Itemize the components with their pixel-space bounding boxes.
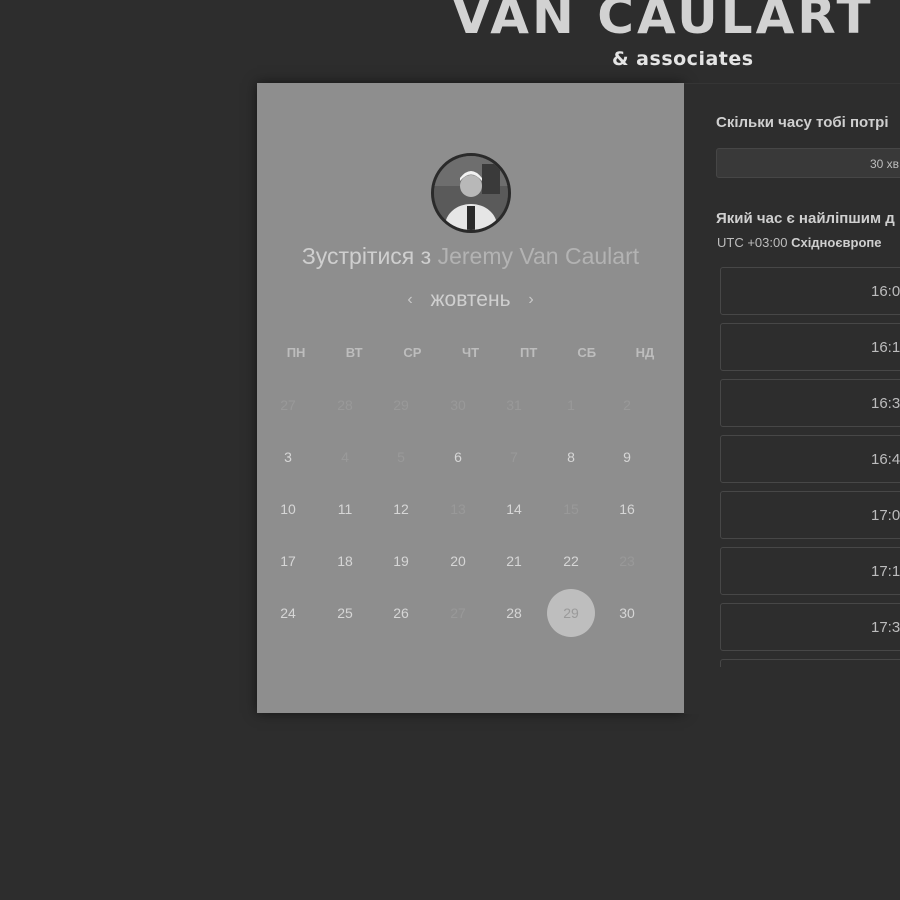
chevron-right-icon[interactable]: ›	[516, 291, 545, 309]
calendar-day: 13	[450, 501, 466, 517]
meet-title: Зустрітися з Jeremy Van Caulart	[257, 243, 684, 270]
time-slot-label: 17:00	[871, 507, 900, 524]
host-name: Jeremy Van Caulart	[437, 243, 640, 269]
host-photo	[434, 156, 508, 230]
time-slot-label: 16:45	[871, 451, 900, 468]
time-slot-label: 16:00	[871, 283, 900, 300]
time-slot[interactable]: 16:45	[720, 435, 900, 483]
calendar-day[interactable]: 12	[377, 485, 425, 533]
calendar-day[interactable]: 30	[603, 589, 651, 637]
time-slot[interactable]: 16:30	[720, 379, 900, 427]
calendar-day-selected[interactable]: 29	[547, 589, 595, 637]
time-slot[interactable]: 17:30	[720, 603, 900, 651]
weekday-sun: НД	[635, 345, 655, 360]
calendar-day: 28	[337, 397, 353, 413]
brand-subtitle: & associates	[612, 48, 754, 70]
calendar-day[interactable]: 9	[603, 433, 651, 481]
calendar-day[interactable]: 18	[321, 537, 369, 585]
calendar-day[interactable]: 19	[377, 537, 425, 585]
calendar-day[interactable]: 17	[264, 537, 312, 585]
month-label: жовтень	[430, 288, 511, 311]
calendar-day[interactable]: 8	[547, 433, 595, 481]
meet-prefix: Зустрітися з	[301, 243, 432, 269]
calendar-day[interactable]: 10	[264, 485, 312, 533]
calendar-day[interactable]: 22	[547, 537, 595, 585]
time-slot-list: 16:00 16:15 16:30 16:45 17:00 17:15 17:30	[720, 267, 900, 667]
calendar-card: Зустрітися з Jeremy Van Caulart ‹ жовтен…	[257, 83, 684, 713]
time-slot[interactable]	[720, 659, 900, 667]
time-panel: Скільки часу тобі потрі 30 хв Який час є…	[684, 83, 900, 714]
calendar-day: 4	[341, 449, 349, 465]
calendar-day[interactable]: 21	[490, 537, 538, 585]
time-slot[interactable]: 16:00	[720, 267, 900, 315]
duration-select[interactable]: 30 хв	[716, 148, 900, 178]
brand-title: VAN CAULART	[452, 0, 874, 45]
calendar-day[interactable]: 26	[377, 589, 425, 637]
calendar-day[interactable]: 16	[603, 485, 651, 533]
chevron-left-icon[interactable]: ‹	[395, 291, 424, 309]
calendar-day: 27	[450, 605, 466, 621]
duration-value: 30 хв	[870, 157, 900, 171]
weekday-tue: ВТ	[345, 345, 363, 360]
calendar-day[interactable]: 11	[321, 485, 369, 533]
calendar-day[interactable]: 25	[321, 589, 369, 637]
timezone-name: Східноєвропе	[791, 235, 882, 250]
weekday-thu: ЧТ	[461, 345, 480, 360]
calendar-day[interactable]: 14	[490, 485, 538, 533]
time-slot[interactable]: 17:00	[720, 491, 900, 539]
calendar-day: 23	[619, 553, 635, 569]
calendar-day[interactable]: 20	[434, 537, 482, 585]
time-slot-label: 17:30	[871, 619, 900, 636]
calendar-day[interactable]: 6	[434, 433, 482, 481]
month-navigation: ‹ жовтень ›	[257, 288, 684, 312]
time-slot-label: 16:30	[871, 395, 900, 412]
time-question: Який час є найліпшим д	[716, 210, 895, 227]
calendar-day[interactable]: 28	[490, 589, 538, 637]
calendar-day: 7	[510, 449, 518, 465]
time-slot-label: 16:15	[871, 339, 900, 356]
weekday-fri: ПТ	[519, 345, 538, 360]
calendar-day: 5	[397, 449, 405, 465]
duration-question: Скільки часу тобі потрі	[716, 114, 889, 131]
weekday-wed: СР	[403, 345, 422, 360]
time-slot-label: 17:15	[871, 563, 900, 580]
calendar-day: 2	[623, 397, 631, 413]
time-slot[interactable]: 17:15	[720, 547, 900, 595]
weekday-sat: СБ	[577, 345, 597, 360]
calendar-day: 27	[280, 397, 296, 413]
calendar-day: 29	[393, 397, 409, 413]
timezone-offset: UTC +03:00	[717, 235, 788, 250]
calendar-day: 31	[506, 397, 522, 413]
calendar-day[interactable]: 24	[264, 589, 312, 637]
time-slot[interactable]: 16:15	[720, 323, 900, 371]
calendar-day[interactable]: 3	[264, 433, 312, 481]
weekday-mon: ПН	[286, 345, 306, 360]
calendar-day: 1	[567, 397, 575, 413]
calendar-day: 15	[563, 501, 579, 517]
weekday-header: ПН ВТ СР ЧТ ПТ СБ НД	[257, 345, 684, 360]
calendar-day: 30	[450, 397, 466, 413]
avatar	[431, 153, 511, 233]
timezone-label[interactable]: UTC +03:00 Східноєвропе	[717, 235, 882, 250]
brand-header: VAN CAULART & associates	[0, 0, 900, 80]
